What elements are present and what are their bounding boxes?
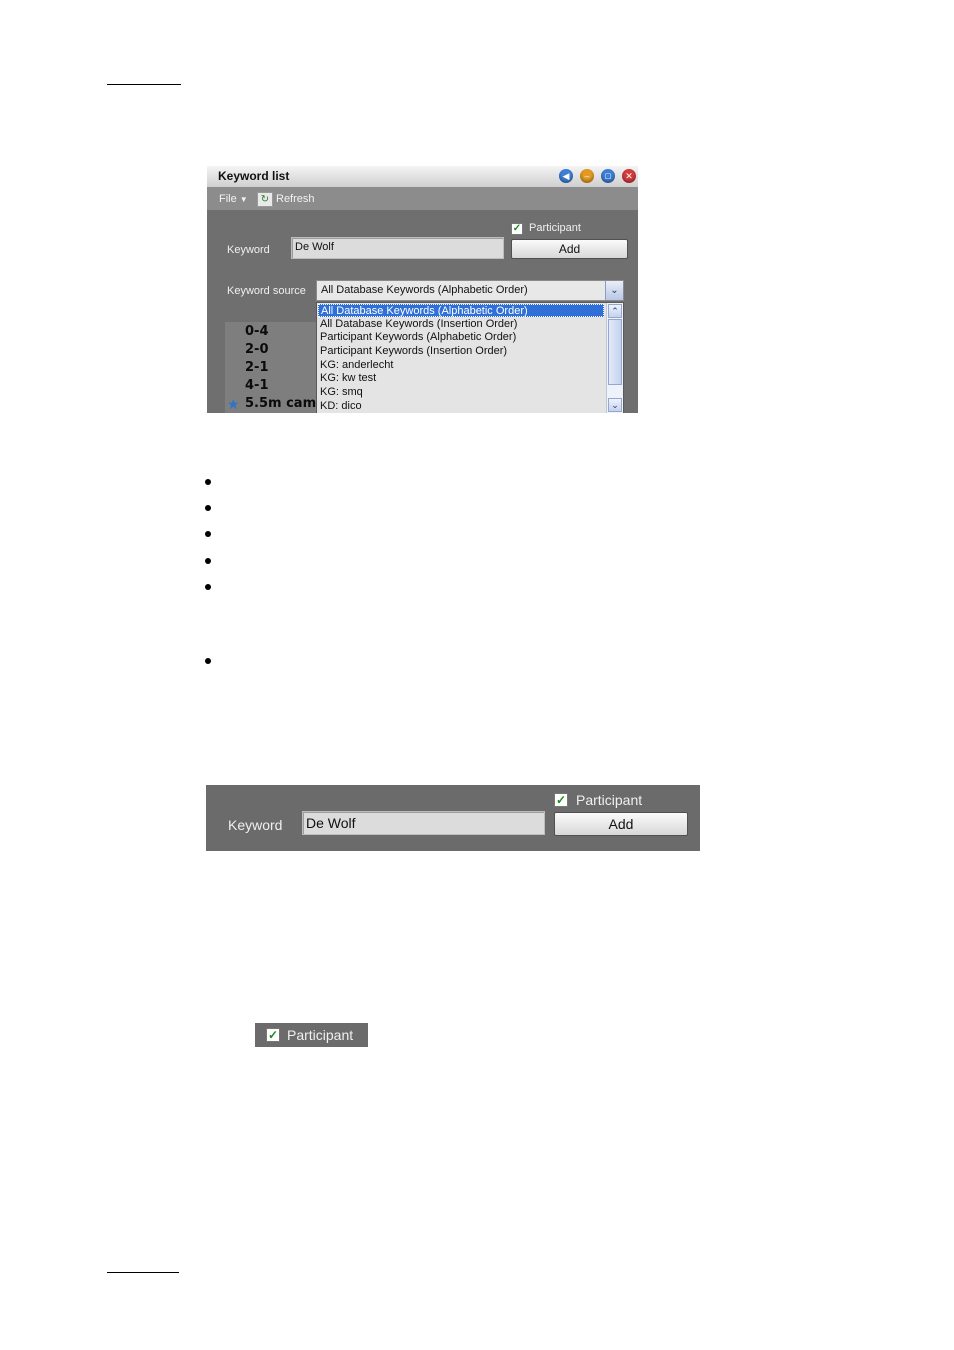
participant-checkbox[interactable]: ✓ xyxy=(266,1028,280,1042)
dropdown-scrollbar[interactable]: ⌃ ⌄ xyxy=(606,303,623,413)
refresh-button[interactable]: Refresh xyxy=(276,193,315,205)
bullet xyxy=(205,558,211,564)
back-icon[interactable]: ◀ xyxy=(559,169,573,183)
dropdown-option[interactable]: All Database Keywords (Alphabetic Order) xyxy=(318,304,604,317)
keyword-source-label: Keyword source xyxy=(227,285,306,297)
dropdown-option[interactable]: KD: dico xyxy=(318,400,606,413)
bullet xyxy=(205,531,211,537)
camera-icon: ★ xyxy=(227,396,240,412)
participant-label: Participant xyxy=(529,222,581,234)
keyword-input[interactable]: De Wolf xyxy=(302,811,545,835)
scroll-thumb[interactable] xyxy=(608,319,622,385)
bullet xyxy=(205,505,211,511)
chevron-down-icon[interactable]: ⌄ xyxy=(605,281,623,300)
minimize-icon[interactable]: – xyxy=(580,169,594,183)
scroll-up-icon[interactable]: ⌃ xyxy=(608,304,622,318)
file-menu[interactable]: File ▼ xyxy=(219,193,248,205)
score-text: 2-1 xyxy=(245,360,269,375)
add-button[interactable]: Add xyxy=(554,812,688,836)
maximize-icon[interactable]: □ xyxy=(601,169,615,183)
window-title: Keyword list xyxy=(218,169,290,183)
background-scores: 0-4 2-0 2-1 4-1 ★ 5.5m cam xyxy=(225,322,320,413)
keyword-source-dropdown: All Database Keywords (Alphabetic Order)… xyxy=(316,302,624,413)
score-text: 2-0 xyxy=(245,342,269,357)
keyword-label: Keyword xyxy=(227,244,270,256)
dropdown-option[interactable]: KG: smq xyxy=(318,386,606,399)
dropdown-option[interactable]: KG: kw test xyxy=(318,372,606,385)
score-text: 5.5m cam xyxy=(245,396,317,411)
keyword-input[interactable]: De Wolf xyxy=(291,237,504,259)
window-titlebar: Keyword list ◀ – □ ✕ xyxy=(207,166,638,187)
dropdown-option[interactable]: Participant Keywords (Insertion Order) xyxy=(318,345,606,358)
participant-checkbox[interactable]: ✓ xyxy=(511,223,523,235)
footer-rule xyxy=(107,1272,179,1273)
refresh-icon[interactable]: ↻ xyxy=(257,192,273,207)
participant-checkbox[interactable]: ✓ xyxy=(554,793,568,807)
keyword-list-window: Keyword list ◀ – □ ✕ File ▼ ↻ Refresh ✓ … xyxy=(207,166,638,413)
dropdown-option[interactable]: KG: anderlecht xyxy=(318,359,606,372)
score-text: 4-1 xyxy=(245,378,269,393)
bullet xyxy=(205,584,211,590)
keyword-entry-panel: ✓ Participant Keyword De Wolf Add xyxy=(206,785,700,851)
keyword-label: Keyword xyxy=(228,817,283,833)
close-icon[interactable]: ✕ xyxy=(622,169,636,183)
dropdown-option[interactable]: All Database Keywords (Insertion Order) xyxy=(318,318,606,331)
keyword-source-value: All Database Keywords (Alphabetic Order) xyxy=(321,284,528,296)
participant-label: Participant xyxy=(287,1027,354,1043)
participant-checkbox-sample: ✓ Participant xyxy=(255,1023,368,1047)
keyword-value: De Wolf xyxy=(295,241,334,253)
header-rule xyxy=(107,84,181,85)
add-button[interactable]: Add xyxy=(511,239,628,259)
chevron-down-icon: ▼ xyxy=(239,195,248,204)
participant-label: Participant xyxy=(576,792,643,808)
keyword-source-select[interactable]: All Database Keywords (Alphabetic Order)… xyxy=(316,280,624,301)
keyword-value: De Wolf xyxy=(306,815,356,831)
bullet xyxy=(205,479,211,485)
score-text: 0-4 xyxy=(245,324,269,339)
dropdown-option[interactable]: Participant Keywords (Alphabetic Order) xyxy=(318,331,606,344)
scroll-down-icon[interactable]: ⌄ xyxy=(608,398,622,412)
bullet xyxy=(205,658,211,664)
window-menubar: File ▼ ↻ Refresh xyxy=(207,187,638,210)
